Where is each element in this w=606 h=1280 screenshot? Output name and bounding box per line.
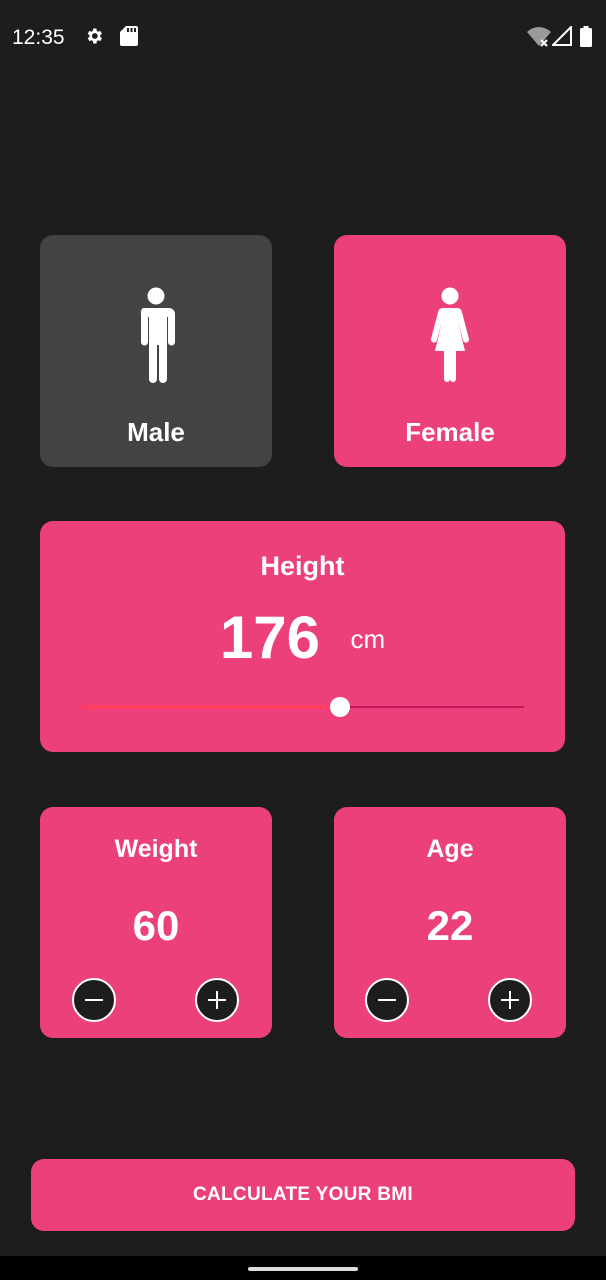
calculate-bmi-button[interactable]: CALCULATE YOUR BMI — [31, 1159, 575, 1231]
sd-card-icon — [120, 26, 138, 46]
height-slider[interactable] — [81, 697, 524, 717]
female-card[interactable]: Female — [334, 235, 566, 467]
navigation-bar — [0, 1256, 606, 1280]
status-bar: 12:35 — [0, 0, 606, 78]
minus-icon — [85, 999, 103, 1001]
height-card: Height 176 cm — [40, 521, 565, 752]
minus-icon — [378, 999, 396, 1001]
male-card[interactable]: Male — [40, 235, 272, 467]
age-card: Age 22 — [334, 807, 566, 1038]
wifi-off-icon — [527, 27, 551, 47]
age-value: 22 — [426, 902, 474, 949]
height-title: Height — [260, 551, 345, 581]
height-readout: 176 cm — [40, 603, 565, 672]
battery-icon — [580, 26, 592, 47]
weight-increment-button[interactable] — [195, 978, 239, 1022]
plus-icon — [208, 991, 226, 1009]
height-unit: cm — [350, 624, 386, 654]
female-figure-icon — [430, 287, 470, 382]
weight-value: 60 — [132, 902, 180, 949]
height-value: 176 — [219, 604, 320, 671]
plus-icon — [501, 991, 519, 1009]
slider-track-active — [81, 705, 340, 709]
age-title: Age — [426, 835, 474, 863]
weight-card: Weight 60 — [40, 807, 272, 1038]
female-label: Female — [405, 417, 495, 447]
weight-title: Weight — [114, 835, 198, 863]
slider-thumb[interactable] — [330, 697, 350, 717]
male-label: Male — [127, 417, 185, 447]
male-figure-icon — [140, 287, 175, 383]
home-gesture-handle[interactable] — [248, 1267, 358, 1271]
age-decrement-button[interactable] — [365, 978, 409, 1022]
cell-signal-icon — [552, 26, 572, 46]
status-time: 12:35 — [12, 26, 65, 49]
weight-decrement-button[interactable] — [72, 978, 116, 1022]
settings-gear-icon — [87, 28, 102, 44]
age-increment-button[interactable] — [488, 978, 532, 1022]
